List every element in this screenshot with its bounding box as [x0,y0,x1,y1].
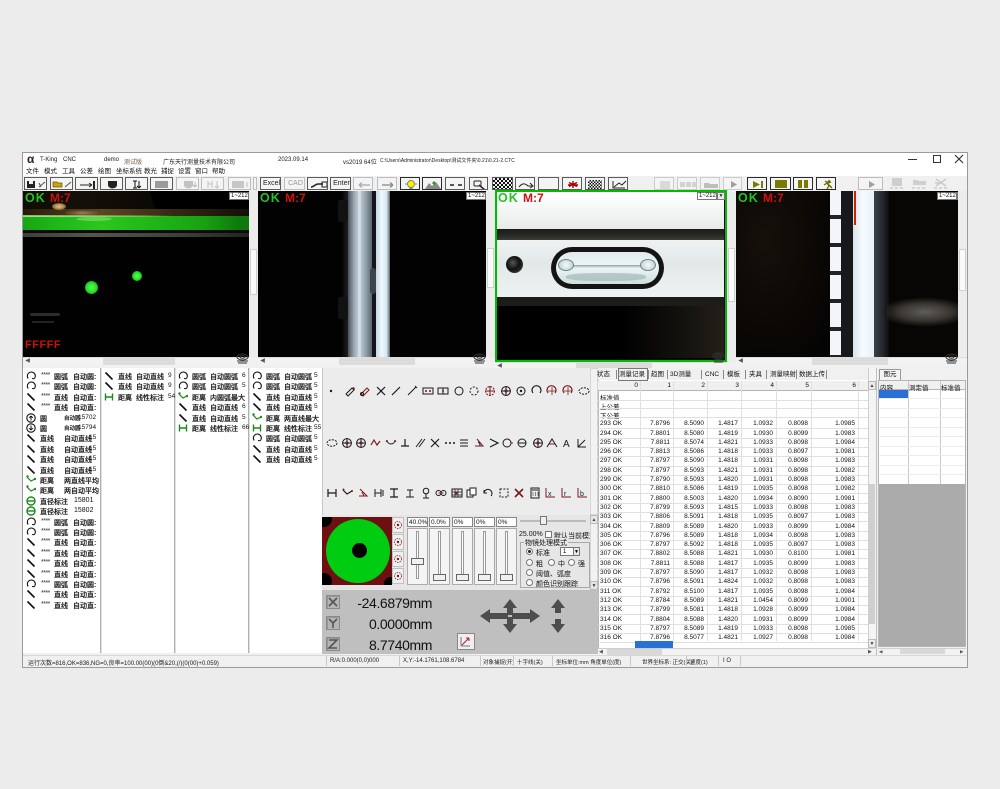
svg-text:A: A [563,439,570,449]
svg-text:x: x [548,491,552,498]
svg-text:b: b [580,491,584,498]
